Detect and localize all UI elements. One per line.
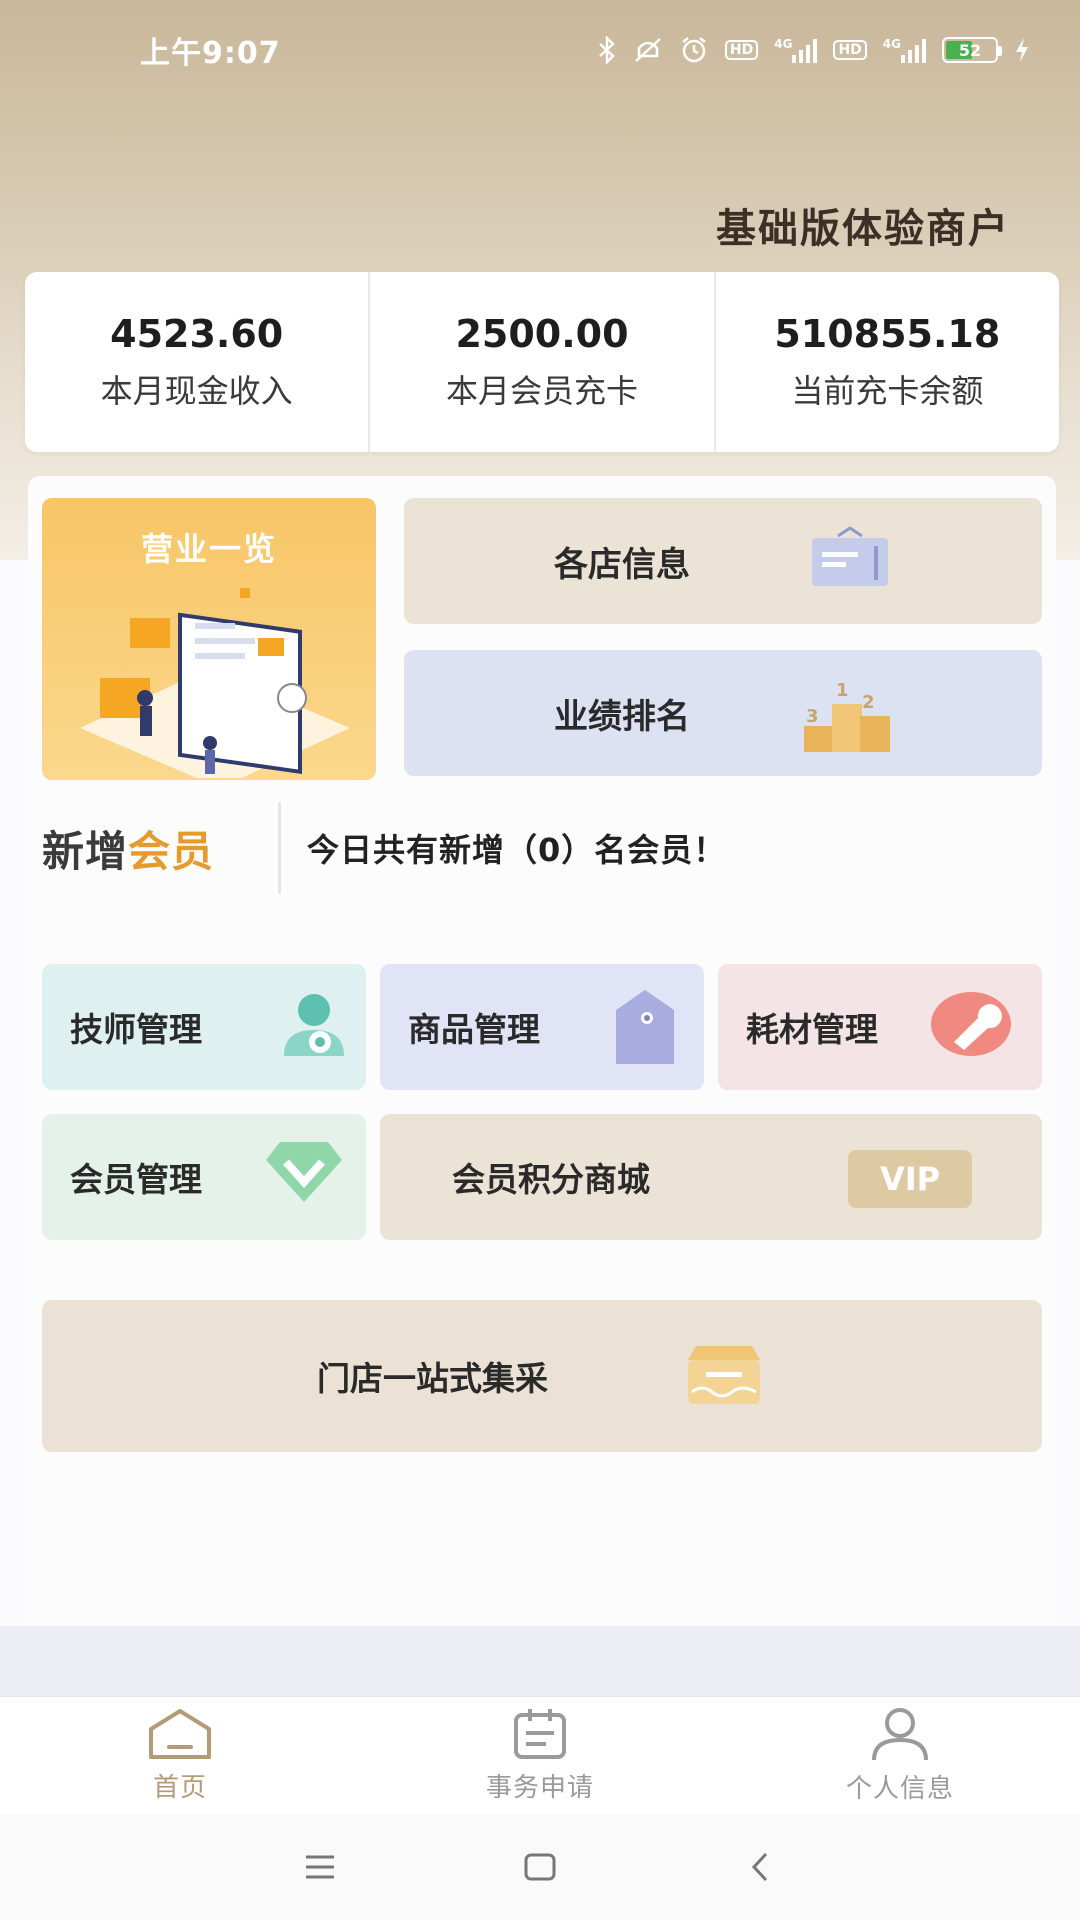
nav-label: 首页: [152, 1773, 207, 1803]
calendar-icon: [514, 1709, 566, 1759]
tile-label: 会员管理: [70, 1160, 202, 1199]
battery-icon: 52: [942, 37, 1002, 63]
shop-icon: [688, 1346, 760, 1404]
hd-badge-2: HD: [833, 40, 867, 60]
nav-label: 个人信息: [845, 1774, 954, 1804]
stats-card: 4523.60 本月现金收入 2500.00 本月会员充卡 510855.18 …: [25, 272, 1059, 452]
store-info-card[interactable]: 各店信息: [404, 498, 1042, 624]
podium-icon: 1 2 3: [804, 680, 890, 752]
tile-label: 门店一站式集采: [317, 1359, 548, 1398]
system-nav-bar: [0, 1814, 1080, 1920]
status-time: 上午9:07: [140, 36, 281, 71]
business-overview-title: 营业一览: [140, 530, 277, 568]
signal-icon-2: 4G: [883, 37, 926, 63]
nav-label: 事务申请: [485, 1773, 594, 1803]
nav-affairs[interactable]: 事务申请: [360, 1697, 720, 1814]
stat-cash-income[interactable]: 4523.60 本月现金收入: [25, 272, 371, 452]
home-square-icon[interactable]: [520, 1847, 560, 1887]
back-icon[interactable]: [740, 1847, 780, 1887]
tile-label: 耗材管理: [746, 1010, 878, 1049]
stat-member-recharge[interactable]: 2500.00 本月会员充卡: [370, 272, 716, 452]
vip-badge-text: VIP: [879, 1160, 941, 1198]
tech-management-tile[interactable]: 技师管理: [42, 964, 366, 1090]
diamond-icon: [266, 1142, 342, 1202]
stat-value: 4523.60: [110, 312, 284, 356]
member-management-tile[interactable]: 会员管理: [42, 1114, 366, 1240]
charging-icon: [1014, 37, 1030, 63]
vip-card-icon: VIP: [848, 1150, 972, 1208]
bluetooth-icon: [597, 36, 617, 64]
svg-text:2: 2: [862, 692, 875, 713]
stat-value: 510855.18: [774, 312, 1001, 356]
new-member-banner: 新增会员 今日共有新增（0）名会员！: [42, 800, 1042, 896]
goods-management-tile[interactable]: 商品管理: [380, 964, 704, 1090]
divider: [278, 802, 281, 894]
new-member-message: 今日共有新增（0）名会员！: [307, 831, 727, 869]
menu-icon[interactable]: [300, 1847, 340, 1887]
stat-value: 2500.00: [455, 312, 629, 356]
stat-label: 本月会员充卡: [445, 372, 638, 410]
user-icon: [872, 1708, 928, 1761]
alarm-icon: [679, 35, 709, 65]
status-bar: 上午9:07 HD 4G HD 4G 52: [0, 0, 1080, 100]
ranking-card[interactable]: 业绩排名 1 2 3: [404, 650, 1042, 776]
tile-label: 会员积分商城: [452, 1160, 650, 1199]
home-icon: [149, 1709, 211, 1759]
wrench-icon: [931, 992, 1011, 1056]
svg-text:1: 1: [836, 680, 849, 701]
ranking-label: 业绩排名: [554, 696, 690, 737]
group-purchase-tile[interactable]: 门店一站式集采: [42, 1300, 1042, 1452]
technician-icon: [284, 994, 344, 1056]
nav-profile[interactable]: 个人信息: [720, 1697, 1080, 1814]
store-sign-icon: [812, 526, 888, 586]
new-member-logo: 新增会员: [42, 826, 215, 876]
stat-label: 当前充卡余额: [791, 372, 984, 410]
signal-icon: 4G: [774, 37, 818, 63]
stat-card-balance[interactable]: 510855.18 当前充卡余额: [716, 272, 1059, 452]
tag-icon: [616, 990, 674, 1064]
hd-badge: HD: [724, 40, 759, 60]
merchant-title: 基础版体验商户: [716, 206, 1010, 252]
svg-text:3: 3: [806, 706, 819, 727]
mute-icon: [633, 36, 663, 64]
material-management-tile[interactable]: 耗材管理: [718, 964, 1042, 1090]
store-info-label: 各店信息: [554, 544, 690, 585]
stat-label: 本月现金收入: [100, 372, 293, 410]
tile-label: 商品管理: [408, 1010, 540, 1049]
content-bottom-band: [0, 1626, 1080, 1696]
business-illustration-icon: [80, 588, 350, 778]
tile-label: 技师管理: [70, 1010, 202, 1049]
nav-home[interactable]: 首页: [0, 1697, 360, 1814]
bottom-nav: 首页 事务申请 个人信息: [0, 1696, 1080, 1814]
business-overview-card[interactable]: 营业一览: [42, 498, 376, 780]
points-mall-tile[interactable]: 会员积分商城 VIP: [380, 1114, 1042, 1240]
status-icons: HD 4G HD 4G 52: [597, 35, 1030, 65]
